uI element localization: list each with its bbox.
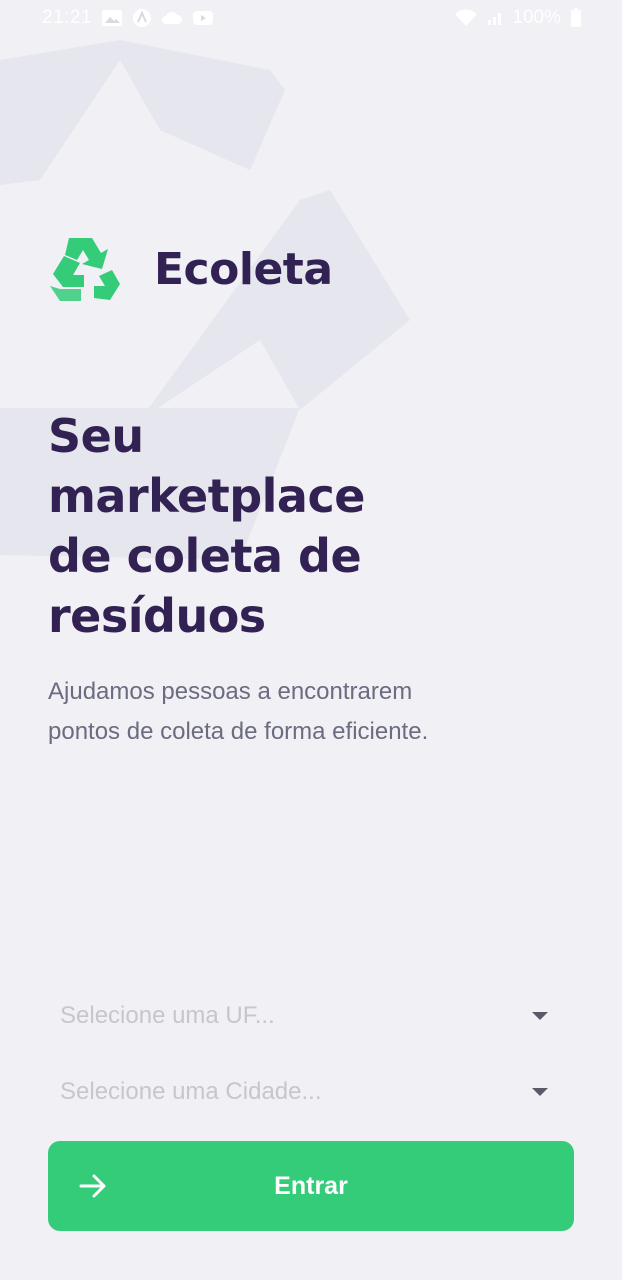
youtube-icon [192, 10, 214, 26]
chevron-down-icon [532, 1012, 548, 1020]
recycle-icon [50, 238, 120, 301]
a-circle-icon [132, 8, 152, 28]
brand-logo: Ecoleta [47, 234, 333, 304]
enter-button-label: Entrar [274, 1171, 348, 1200]
cloud-icon [161, 10, 183, 26]
battery-icon [570, 8, 582, 28]
city-select[interactable]: Selecione uma Cidade... [48, 1062, 574, 1122]
chevron-down-icon [532, 1088, 548, 1096]
brand-name: Ecoleta [154, 243, 333, 295]
status-time: 21:21 [42, 7, 93, 28]
uf-select[interactable]: Selecione uma UF... [48, 986, 574, 1046]
enter-icon-container [48, 1141, 138, 1231]
battery-percent: 100% [512, 7, 561, 28]
arrow-right-icon [79, 1174, 106, 1198]
enter-button[interactable]: Entrar [48, 1141, 574, 1231]
status-bar: 21:21 100% [0, 0, 622, 36]
hero-description: Ajudamos pessoas a encontrarem pontos de… [48, 678, 429, 745]
hero-title: Seu marketplace de coleta de resíduos [48, 409, 365, 643]
city-select-placeholder: Selecione uma Cidade... [60, 1078, 322, 1105]
signal-icon [487, 10, 503, 26]
wifi-icon [454, 9, 478, 27]
photo-icon [101, 9, 123, 27]
uf-select-placeholder: Selecione uma UF... [60, 1002, 275, 1029]
home-screen: 21:21 100% Ecoleta Seu marketplace de co… [0, 0, 622, 1280]
